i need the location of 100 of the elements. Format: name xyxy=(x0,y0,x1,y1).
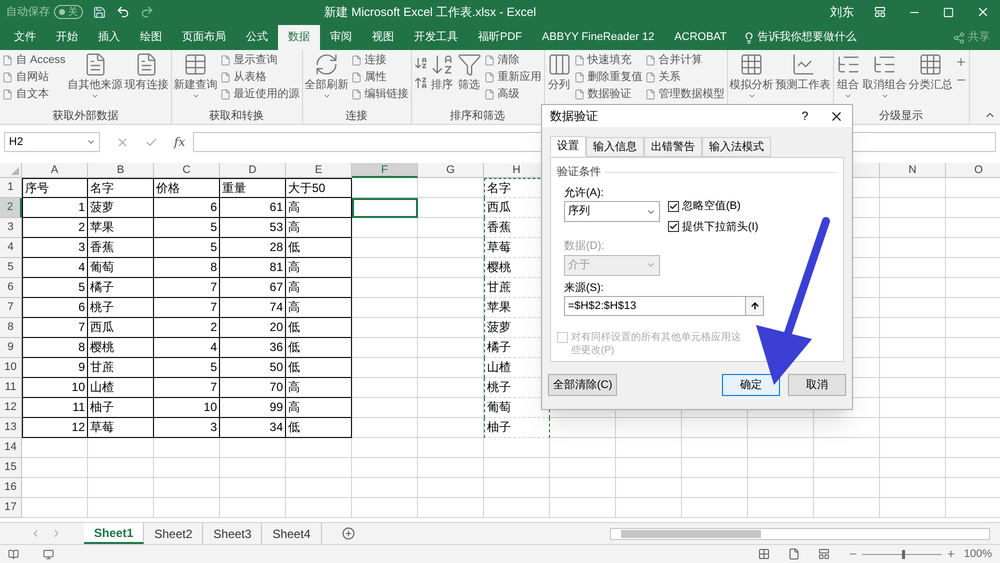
ribbon-button[interactable]: 自网站 xyxy=(2,69,66,85)
page-icon[interactable] xyxy=(788,548,800,560)
zoom-in-icon[interactable] xyxy=(946,549,956,559)
ribbon-tab[interactable]: 开发工具 xyxy=(404,25,468,50)
row-header[interactable]: 1 xyxy=(0,178,22,198)
row-header[interactable]: 14 xyxy=(0,438,22,458)
column-header[interactable]: C xyxy=(154,163,220,178)
ribbon-button[interactable]: 预测工作表 xyxy=(776,52,831,92)
ribbon-button[interactable]: 筛选 xyxy=(456,52,482,92)
row-header[interactable]: 2 xyxy=(0,198,22,218)
ribbon-button[interactable]: 合并计算 xyxy=(644,52,725,68)
dialog-tab[interactable]: 输入信息 xyxy=(586,137,644,157)
column-header[interactable]: D xyxy=(220,163,286,178)
row-header[interactable]: 5 xyxy=(0,258,22,278)
column-header[interactable]: O xyxy=(946,163,1000,178)
help-button[interactable]: ? xyxy=(795,107,815,125)
row-header[interactable]: 6 xyxy=(0,278,22,298)
row-header[interactable]: 11 xyxy=(0,378,22,398)
close-icon[interactable] xyxy=(976,5,990,19)
ribbon-button[interactable]: 组合 xyxy=(836,52,861,100)
ribbon-button[interactable]: 管理数据模型 xyxy=(644,86,725,102)
row-header[interactable]: 9 xyxy=(0,338,22,358)
screen-icon[interactable] xyxy=(43,548,54,560)
ribbon-tab[interactable]: 插入 xyxy=(88,25,130,50)
ribbon-button[interactable]: 属性 xyxy=(350,69,409,85)
save-icon[interactable] xyxy=(93,6,106,18)
ribbon-tab[interactable]: ACROBAT xyxy=(664,25,737,50)
column-header[interactable]: B xyxy=(88,163,154,178)
dialog-button[interactable]: 全部清除(C) xyxy=(548,374,618,396)
column-header[interactable]: F xyxy=(352,163,418,178)
ribbon-tab[interactable]: 开始 xyxy=(46,25,88,50)
undo-icon[interactable] xyxy=(116,5,130,19)
book-icon[interactable] xyxy=(8,548,19,560)
ribbon-button[interactable]: 模拟分析 xyxy=(730,52,774,100)
ribbon-tab[interactable]: 视图 xyxy=(362,25,404,50)
ribbon-button[interactable]: 全部刷新 xyxy=(304,52,349,100)
dialog-button[interactable]: 确定 xyxy=(722,374,780,396)
ribbon-tab[interactable]: ABBYY FineReader 12 xyxy=(532,25,664,50)
ribbon-button[interactable]: 高级 xyxy=(484,86,542,102)
ribbon-tab[interactable]: 公式 xyxy=(236,25,278,50)
redo-icon[interactable] xyxy=(140,5,154,19)
tell-me-search[interactable]: 告诉我你想要做什么 xyxy=(736,25,863,50)
dialog-tab[interactable]: 输入法模式 xyxy=(702,137,771,157)
ribbon-button[interactable]: 现有连接 xyxy=(124,52,169,92)
row-header[interactable]: 13 xyxy=(0,418,22,438)
ribbon-button[interactable]: 显示查询 xyxy=(220,52,300,68)
ribbon-button[interactable]: 快速填充 xyxy=(574,52,643,68)
ribbon-button[interactable]: 编辑链接 xyxy=(350,86,409,102)
row-header[interactable]: 8 xyxy=(0,318,22,338)
column-header[interactable]: G xyxy=(418,163,484,178)
add-sheet-icon[interactable] xyxy=(342,527,354,540)
row-header[interactable]: 12 xyxy=(0,398,22,418)
page-break-icon[interactable] xyxy=(818,548,830,560)
ribbon-button[interactable]: 关系 xyxy=(644,69,725,85)
name-box[interactable]: H2 xyxy=(4,132,100,152)
row-header[interactable]: 17 xyxy=(0,498,22,518)
checkbox[interactable] xyxy=(668,221,679,232)
ribbon-tab[interactable]: 页面布局 xyxy=(172,25,236,50)
ribbon-tab[interactable]: 数据 xyxy=(278,25,320,50)
ribbon-button[interactable]: 清除 xyxy=(484,52,542,68)
allow-dropdown[interactable]: 序列 xyxy=(564,201,660,222)
sort-icon[interactable] xyxy=(414,56,428,70)
dialog-tab[interactable]: 出错警告 xyxy=(644,137,702,157)
maximize-icon[interactable] xyxy=(943,6,954,18)
ribbon-button[interactable]: 最近使用的源 xyxy=(220,86,300,102)
row-header[interactable]: 15 xyxy=(0,458,22,478)
insert-function-button[interactable]: fx xyxy=(174,133,186,151)
sheet-tab[interactable]: Sheet1 xyxy=(84,523,144,544)
zoom-thumb[interactable] xyxy=(902,550,905,558)
plus-icon[interactable] xyxy=(954,56,967,68)
collapse-dialog-button[interactable] xyxy=(746,296,764,316)
dialog-tab[interactable]: 设置 xyxy=(550,136,586,156)
row-header[interactable]: 16 xyxy=(0,478,22,498)
column-header[interactable]: A xyxy=(22,163,88,178)
ribbon-tab[interactable]: 绘图 xyxy=(130,25,172,50)
grid-icon[interactable] xyxy=(758,548,770,560)
ribbon-button[interactable]: 分类汇总 xyxy=(908,52,953,92)
dialog-button[interactable]: 取消 xyxy=(788,374,846,396)
ribbon-tab[interactable]: 福昕PDF xyxy=(468,25,532,50)
ribbon-button[interactable]: 取消组合 xyxy=(862,52,907,100)
ribbon-button[interactable]: 分列 xyxy=(546,52,572,92)
ribbon-button[interactable]: 连接 xyxy=(350,52,409,68)
ribbon-tab[interactable]: 审阅 xyxy=(320,25,362,50)
ribbon-display-icon[interactable] xyxy=(874,6,886,18)
row-header[interactable]: 4 xyxy=(0,238,22,258)
ribbon-button[interactable]: 重新应用 xyxy=(484,69,542,85)
column-header[interactable]: N xyxy=(880,163,946,178)
ribbon-button[interactable]: 从表格 xyxy=(220,69,300,85)
checkbox[interactable] xyxy=(668,200,679,212)
row-header[interactable]: 3 xyxy=(0,218,22,238)
row-header[interactable]: 7 xyxy=(0,298,22,318)
sort-icon[interactable] xyxy=(414,76,428,90)
ribbon-button[interactable]: 自 Access xyxy=(2,52,66,68)
ribbon-button[interactable]: 排序 xyxy=(430,52,455,92)
ribbon-button[interactable]: 自其他来源 xyxy=(68,52,123,100)
ribbon-tab[interactable]: 文件 xyxy=(4,25,46,50)
ribbon-button[interactable]: 数据验证 xyxy=(574,86,643,102)
ribbon-button[interactable]: 新建查询 xyxy=(174,52,218,100)
ribbon-button[interactable]: 删除重复值 xyxy=(574,69,643,85)
horizontal-scrollbar[interactable] xyxy=(610,528,990,540)
